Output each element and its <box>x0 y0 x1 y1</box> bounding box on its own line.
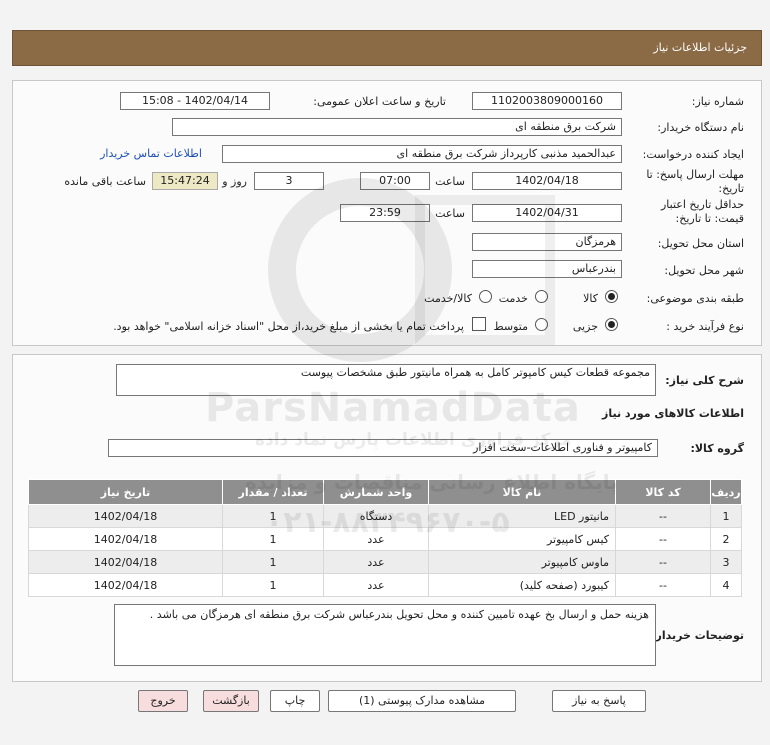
cell-row: 2 <box>710 527 742 551</box>
col-qty: تعداد / مقدار <box>222 479 324 505</box>
cell-name: ماوس کامپیوتر <box>428 550 616 574</box>
validity-label: حداقل تاریخ اعتبار قیمت: تا تاریخ: <box>660 198 744 225</box>
need-number-field: 1102003809000160 <box>472 92 622 110</box>
category-option-goods-service: کالا/خدمت <box>424 292 472 305</box>
category-radio-service[interactable] <box>535 290 548 303</box>
desc-label: شرح کلی نیاز: <box>665 374 744 387</box>
announce-label: تاریخ و ساعت اعلان عمومی: <box>313 95 446 108</box>
cell-unit: عدد <box>323 550 429 574</box>
process-option-medium: متوسط <box>493 320 528 333</box>
group-field: کامپیوتر و فناوری اطلاعات-سخت افزار <box>108 439 658 457</box>
page-header: جزئیات اطلاعات نیاز <box>12 30 762 66</box>
city-field: بندرعباس <box>472 260 622 278</box>
cell-code: -- <box>615 573 711 597</box>
cell-code: -- <box>615 527 711 551</box>
process-label: نوع فرآیند خرید : <box>666 320 744 333</box>
process-option-minor: جزیی <box>572 320 598 333</box>
cell-row: 1 <box>710 504 742 528</box>
cell-date: 1402/04/18 <box>28 550 223 574</box>
group-label: گروه کالا: <box>690 442 744 455</box>
items-header-row: ردیف کد کالا نام کالا واحد شمارش تعداد /… <box>28 479 742 505</box>
print-button[interactable]: چاپ <box>270 690 320 712</box>
cell-qty: 1 <box>222 550 324 574</box>
exit-button[interactable]: خروج <box>138 690 188 712</box>
creator-label: ایجاد کننده درخواست: <box>642 148 744 161</box>
table-row: 3 -- ماوس کامپیوتر عدد 1 1402/04/18 <box>28 550 742 574</box>
province-label: استان محل تحویل: <box>657 237 744 250</box>
col-code: کد کالا <box>615 479 711 505</box>
col-unit: واحد شمارش <box>323 479 429 505</box>
buyer-label: نام دستگاه خریدار: <box>657 121 744 134</box>
cell-name: کیس کامپیوتر <box>428 527 616 551</box>
reply-button[interactable]: پاسخ به نیاز <box>552 690 646 712</box>
deadline-time-label: ساعت <box>435 175 465 188</box>
cell-name: مانیتور LED <box>428 504 616 528</box>
cell-code: -- <box>615 504 711 528</box>
cell-row: 4 <box>710 573 742 597</box>
cell-date: 1402/04/18 <box>28 504 223 528</box>
announce-field: 1402/04/14 - 15:08 <box>120 92 270 110</box>
cell-date: 1402/04/18 <box>28 527 223 551</box>
col-row: ردیف <box>710 479 742 505</box>
days-field: 3 <box>254 172 324 190</box>
category-radio-goods-service[interactable] <box>479 290 492 303</box>
category-radio-goods[interactable] <box>605 290 618 303</box>
need-number-label: شماره نیاز: <box>691 95 744 108</box>
process-radio-medium[interactable] <box>535 318 548 331</box>
treasury-checkbox[interactable] <box>472 317 486 331</box>
category-option-goods: کالا <box>583 292 598 305</box>
creator-field: عبدالحمید مذنبی کارپرداز شرکت برق منطقه … <box>222 145 622 163</box>
category-label: طبقه بندی موضوعی: <box>646 292 744 305</box>
notes-label: توضیحات خریدار: <box>651 629 744 642</box>
cell-name: کیبورد (صفحه کلید) <box>428 573 616 597</box>
col-name: نام کالا <box>428 479 616 505</box>
page-title: جزئیات اطلاعات نیاز <box>653 41 747 54</box>
goods-info-title: اطلاعات کالاهای مورد نیاز <box>602 407 744 420</box>
cell-qty: 1 <box>222 573 324 597</box>
cell-row: 3 <box>710 550 742 574</box>
cell-qty: 1 <box>222 527 324 551</box>
cell-qty: 1 <box>222 504 324 528</box>
treasury-note: پرداخت تمام یا بخشی از مبلغ خرید،از محل … <box>113 320 464 333</box>
items-table: ردیف کد کالا نام کالا واحد شمارش تعداد /… <box>28 479 742 597</box>
col-date: تاریخ نیاز <box>28 479 223 505</box>
cell-unit: دستگاه <box>323 504 429 528</box>
city-label: شهر محل تحویل: <box>664 264 744 277</box>
process-radio-minor[interactable] <box>605 318 618 331</box>
cell-date: 1402/04/18 <box>28 573 223 597</box>
table-row: 1 -- مانیتور LED دستگاه 1 1402/04/18 <box>28 504 742 528</box>
table-row: 4 -- کیبورد (صفحه کلید) عدد 1 1402/04/18 <box>28 573 742 597</box>
deadline-time-field: 07:00 <box>360 172 430 190</box>
remaining-time: 15:47:24 <box>152 172 218 190</box>
cell-unit: عدد <box>323 573 429 597</box>
category-option-service: خدمت <box>498 292 528 305</box>
attachments-button[interactable]: مشاهده مدارک پیوستی (1) <box>328 690 516 712</box>
validity-time-field: 23:59 <box>340 204 430 222</box>
buyer-field: شرکت برق منطقه ای <box>172 118 622 136</box>
deadline-date-field: 1402/04/18 <box>472 172 622 190</box>
table-row: 2 -- کیس کامپیوتر عدد 1 1402/04/18 <box>28 527 742 551</box>
contact-info-link[interactable]: اطلاعات تماس خریدار <box>100 147 202 160</box>
desc-field: مجموعه قطعات کیس کامپوتر کامل به همراه م… <box>116 364 656 396</box>
deadline-label: مهلت ارسال پاسخ: تا تاریخ: <box>646 168 744 195</box>
province-field: هرمزگان <box>472 233 622 251</box>
notes-field: هزینه حمل و ارسال بخ عهده تامیین کننده و… <box>114 604 656 666</box>
remaining-label: ساعت باقی مانده <box>64 175 146 188</box>
validity-time-label: ساعت <box>435 207 465 220</box>
validity-date-field: 1402/04/31 <box>472 204 622 222</box>
cell-unit: عدد <box>323 527 429 551</box>
back-button[interactable]: بازگشت <box>203 690 259 712</box>
days-label: روز و <box>222 175 247 188</box>
cell-code: -- <box>615 550 711 574</box>
